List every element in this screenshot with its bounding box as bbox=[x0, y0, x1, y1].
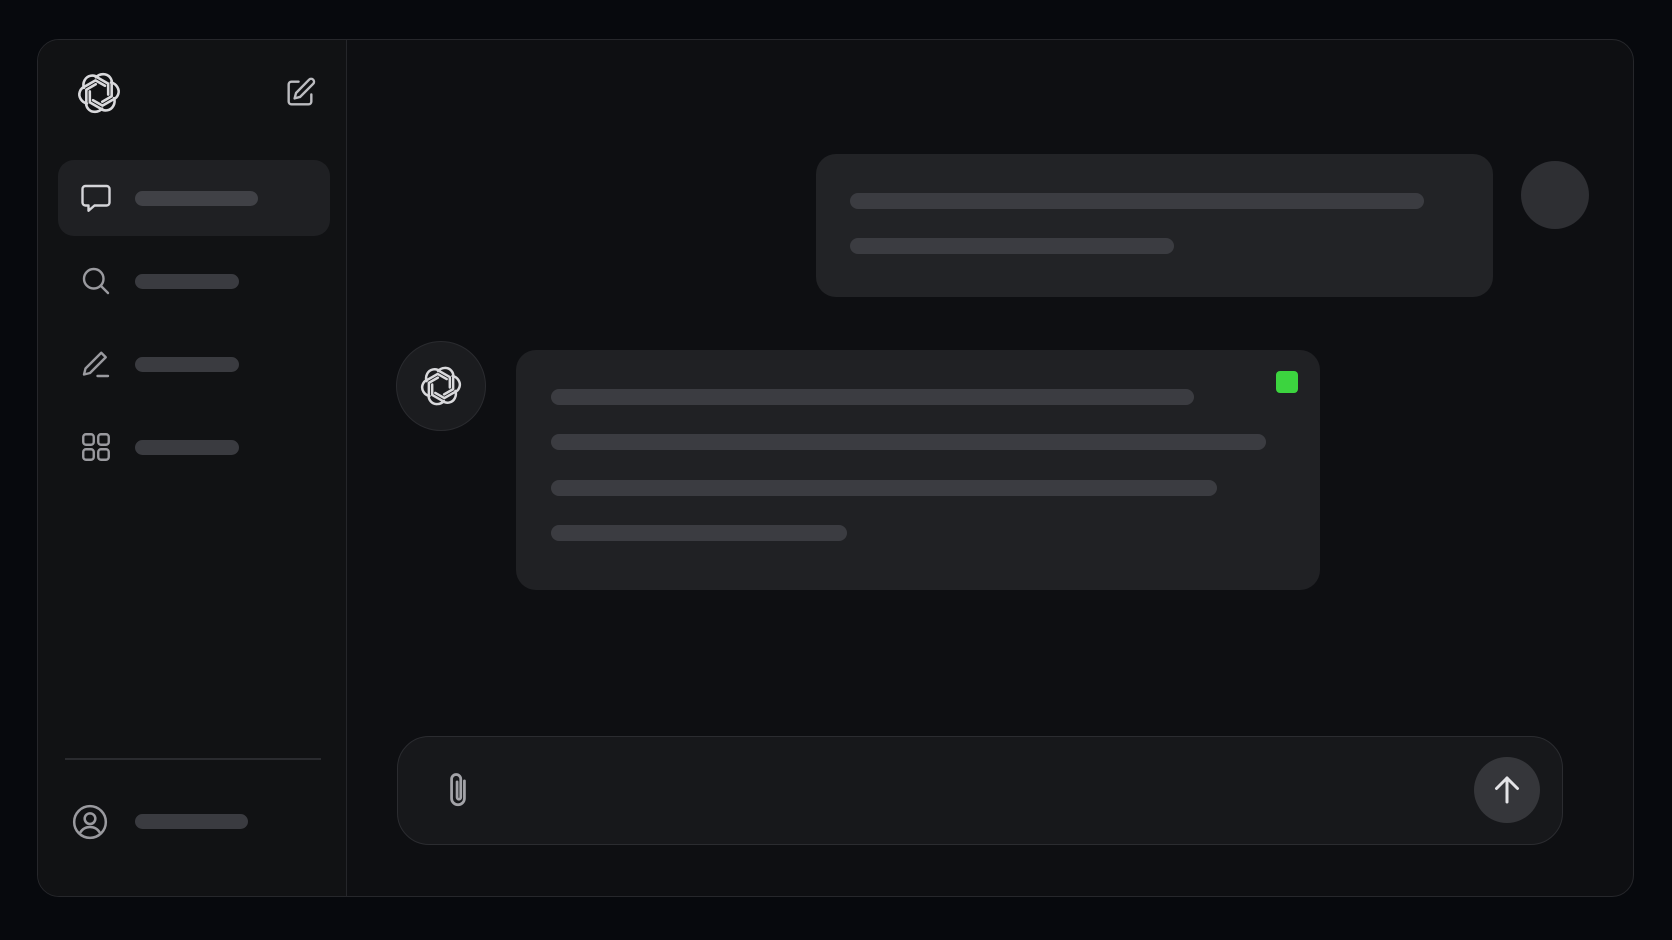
message-line-placeholder bbox=[850, 238, 1174, 254]
sidebar-divider bbox=[65, 758, 321, 760]
sidebar-item-label bbox=[58, 243, 59, 244]
search-icon bbox=[78, 263, 114, 299]
sidebar-item-chats[interactable] bbox=[58, 160, 330, 236]
sidebar-item-label-placeholder bbox=[135, 274, 239, 289]
user-circle-icon bbox=[70, 802, 108, 840]
sidebar-item-apps[interactable] bbox=[58, 409, 330, 485]
message-line-placeholder bbox=[551, 480, 1217, 496]
chat-bubble-icon bbox=[78, 180, 114, 216]
sidebar-item-label bbox=[58, 409, 59, 410]
sidebar-item-label-placeholder bbox=[135, 191, 258, 206]
sidebar-item-label bbox=[58, 160, 59, 161]
sidebar bbox=[38, 40, 347, 896]
sidebar-item-label bbox=[58, 326, 59, 327]
sidebar-item-label-placeholder bbox=[135, 440, 239, 455]
user-avatar[interactable] bbox=[1521, 161, 1589, 229]
edit-square-icon[interactable] bbox=[283, 76, 317, 110]
account-name-placeholder bbox=[135, 814, 248, 829]
message-composer bbox=[397, 736, 1563, 845]
paperclip-icon[interactable] bbox=[436, 768, 480, 814]
assistant-message-text bbox=[516, 350, 517, 351]
assistant-avatar bbox=[396, 341, 486, 431]
sidebar-item-search[interactable] bbox=[58, 243, 330, 319]
message-input[interactable] bbox=[498, 767, 1402, 817]
arrow-up-icon bbox=[1495, 776, 1519, 804]
sidebar-item-label-placeholder bbox=[135, 357, 239, 372]
openai-logo-icon bbox=[418, 363, 464, 409]
chat-area bbox=[346, 40, 1633, 896]
openai-logo-icon[interactable] bbox=[75, 69, 123, 117]
message-line-placeholder bbox=[551, 434, 1266, 450]
status-indicator bbox=[1276, 371, 1298, 393]
assistant-message bbox=[516, 350, 1320, 590]
account-name bbox=[58, 790, 59, 791]
message-line-placeholder bbox=[850, 193, 1424, 209]
user-message-text bbox=[816, 154, 817, 155]
grid-icon bbox=[78, 429, 114, 465]
send-button[interactable] bbox=[1474, 757, 1540, 823]
message-line-placeholder bbox=[551, 525, 847, 541]
app-window bbox=[37, 39, 1634, 897]
message-line-placeholder bbox=[551, 389, 1194, 405]
pencil-icon bbox=[78, 346, 114, 382]
sidebar-item-write[interactable] bbox=[58, 326, 330, 402]
user-message bbox=[816, 154, 1493, 297]
account-button[interactable] bbox=[58, 790, 330, 850]
